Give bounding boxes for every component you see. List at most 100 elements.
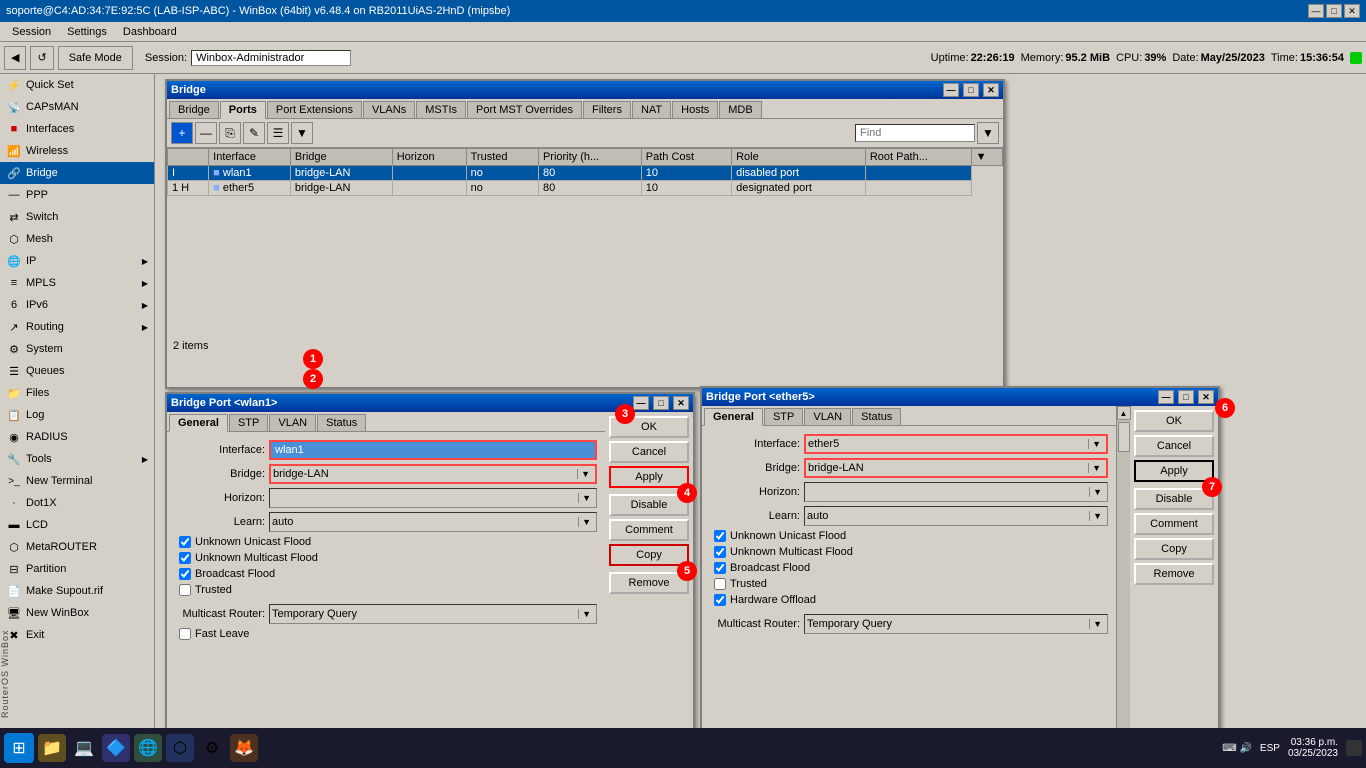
tab-nat[interactable]: NAT <box>632 101 671 118</box>
sidebar-item-metarouter[interactable]: ⬡ MetaROUTER <box>0 536 154 558</box>
wlan1-broadcast-flood-check[interactable] <box>179 568 191 580</box>
safe-mode-button[interactable]: Safe Mode <box>58 46 133 70</box>
sidebar-item-ppp[interactable]: — PPP <box>0 184 154 206</box>
sidebar-item-ipv6[interactable]: 6 IPv6 ▶ <box>0 294 154 316</box>
ether5-multicast-select[interactable]: Temporary Query ▼ <box>804 614 1108 634</box>
sidebar-item-system[interactable]: ⚙ System <box>0 338 154 360</box>
wlan1-copy-btn[interactable]: Copy <box>609 544 689 566</box>
sidebar-item-new-terminal[interactable]: >_ New Terminal <box>0 470 154 492</box>
wlan1-bridge-dropdown[interactable]: ▼ <box>577 469 593 479</box>
session-input[interactable] <box>191 50 351 66</box>
tab-mstis[interactable]: MSTIs <box>416 101 466 118</box>
close-btn[interactable]: ✕ <box>1344 4 1360 18</box>
sidebar-item-bridge[interactable]: 🔗 Bridge <box>0 162 154 184</box>
menu-settings[interactable]: Settings <box>59 24 115 40</box>
scroll-thumb[interactable] <box>1118 422 1130 452</box>
col-more[interactable]: ▼ <box>971 149 1002 166</box>
wlan1-minimize[interactable]: — <box>633 396 649 410</box>
ether5-cancel-btn[interactable]: Cancel <box>1134 435 1214 457</box>
ether5-comment-btn[interactable]: Comment <box>1134 513 1214 535</box>
menu-dashboard[interactable]: Dashboard <box>115 24 185 40</box>
taskbar-firefox[interactable]: 🦊 <box>230 734 258 762</box>
sidebar-item-new-winbox[interactable]: 🖥 New WinBox <box>0 602 154 624</box>
taskbar-explorer[interactable]: 📁 <box>38 734 66 762</box>
edit-btn[interactable]: ✎ <box>243 122 265 144</box>
sidebar-item-routing[interactable]: ↗ Routing ▶ <box>0 316 154 338</box>
ether5-maximize[interactable]: □ <box>1178 390 1194 404</box>
sidebar-item-mesh[interactable]: ⬡ Mesh <box>0 228 154 250</box>
back-btn[interactable]: ◀ <box>4 46 26 70</box>
sidebar-item-partition[interactable]: ⊟ Partition <box>0 558 154 580</box>
ether5-learn-dropdown[interactable]: ▼ <box>1089 511 1105 521</box>
wlan1-maximize[interactable]: □ <box>653 396 669 410</box>
wlan1-fastleave-check[interactable] <box>179 628 191 640</box>
bridge-window-close[interactable]: ✕ <box>983 83 999 97</box>
ether5-trusted-check[interactable] <box>714 578 726 590</box>
table-row[interactable]: I ■ wlan1 bridge-LAN no 80 10 disabled p… <box>168 166 1003 181</box>
wlan1-multicast-select[interactable]: Temporary Query ▼ <box>269 604 597 624</box>
ether5-remove-btn[interactable]: Remove <box>1134 563 1214 585</box>
menu-session[interactable]: Session <box>4 24 59 40</box>
wlan1-bridge-select[interactable]: bridge-LAN ▼ <box>269 464 597 484</box>
wlan1-close[interactable]: ✕ <box>673 396 689 410</box>
wlan1-trusted-check[interactable] <box>179 584 191 596</box>
sidebar-item-quickset[interactable]: ⚡ Quick Set <box>0 74 154 96</box>
filter-btn[interactable]: ▼ <box>291 122 313 144</box>
sidebar-item-ip[interactable]: 🌐 IP ▶ <box>0 250 154 272</box>
sidebar-item-mpls[interactable]: ≡ MPLS ▶ <box>0 272 154 294</box>
taskbar-settings[interactable]: ⚙ <box>198 734 226 762</box>
wlan1-tab-general[interactable]: General <box>169 414 228 432</box>
ether5-multicast-dropdown[interactable]: ▼ <box>1089 619 1105 629</box>
add-btn[interactable]: + <box>171 122 193 144</box>
tab-vlans[interactable]: VLANs <box>363 101 415 118</box>
wlan1-learn-dropdown[interactable]: ▼ <box>578 517 594 527</box>
sidebar-item-files[interactable]: 📁 Files <box>0 382 154 404</box>
ether5-copy-btn[interactable]: Copy <box>1134 538 1214 560</box>
sidebar-item-radius[interactable]: ◉ RADIUS <box>0 426 154 448</box>
tab-bridge[interactable]: Bridge <box>169 101 219 118</box>
wlan1-cancel-btn[interactable]: Cancel <box>609 441 689 463</box>
wlan1-tab-vlan[interactable]: VLAN <box>269 414 316 431</box>
wlan1-multicast-flood-check[interactable] <box>179 552 191 564</box>
sidebar-item-wireless[interactable]: 📶 Wireless <box>0 140 154 162</box>
wlan1-interface-input[interactable]: wlan1 <box>269 440 597 460</box>
ether5-horizon-dropdown[interactable]: ▼ <box>1089 487 1105 497</box>
show-desktop-btn[interactable] <box>1346 740 1362 756</box>
prop-btn[interactable]: ☰ <box>267 122 289 144</box>
sidebar-item-exit[interactable]: ✖ Exit <box>0 624 154 646</box>
taskbar-edge[interactable]: ⬡ <box>166 734 194 762</box>
sidebar-item-lcd[interactable]: ▬ LCD <box>0 514 154 536</box>
find-input[interactable] <box>855 124 975 142</box>
remove-btn[interactable]: — <box>195 122 217 144</box>
sidebar-item-dot1x[interactable]: · Dot1X <box>0 492 154 514</box>
ether5-hw-offload-check[interactable] <box>714 594 726 606</box>
wlan1-tab-status[interactable]: Status <box>317 414 366 431</box>
sidebar-item-tools[interactable]: 🔧 Tools ▶ <box>0 448 154 470</box>
dropdown-btn[interactable]: ▼ <box>977 122 999 144</box>
sidebar-item-make-supout[interactable]: 📄 Make Supout.rif <box>0 580 154 602</box>
ether5-interface-select[interactable]: ether5 ▼ <box>804 434 1108 454</box>
wlan1-tab-stp[interactable]: STP <box>229 414 268 431</box>
tab-port-extensions[interactable]: Port Extensions <box>267 101 362 118</box>
minimize-btn[interactable]: — <box>1308 4 1324 18</box>
ether5-bridge-select[interactable]: bridge-LAN ▼ <box>804 458 1108 478</box>
ether5-interface-dropdown[interactable]: ▼ <box>1088 439 1104 449</box>
taskbar-blue[interactable]: 🔷 <box>102 734 130 762</box>
wlan1-multicast-dropdown[interactable]: ▼ <box>578 609 594 619</box>
tab-ports[interactable]: Ports <box>220 101 266 119</box>
ether5-close[interactable]: ✕ <box>1198 390 1214 404</box>
copy-btn[interactable]: ⎘ <box>219 122 241 144</box>
ether5-ok-btn[interactable]: OK <box>1134 410 1214 432</box>
ether5-apply-btn[interactable]: Apply <box>1134 460 1214 482</box>
tab-hosts[interactable]: Hosts <box>672 101 718 118</box>
ether5-tab-stp[interactable]: STP <box>764 408 803 425</box>
taskbar-chrome[interactable]: 🌐 <box>134 734 162 762</box>
ether5-tab-status[interactable]: Status <box>852 408 901 425</box>
wlan1-unicast-flood-check[interactable] <box>179 536 191 548</box>
wlan1-comment-btn[interactable]: Comment <box>609 519 689 541</box>
bridge-window-minimize[interactable]: — <box>943 83 959 97</box>
sidebar-item-queues[interactable]: ☰ Queues <box>0 360 154 382</box>
wlan1-learn-select[interactable]: auto ▼ <box>269 512 597 532</box>
ether5-scrollbar[interactable]: ▲ ▼ <box>1116 406 1130 768</box>
ether5-tab-vlan[interactable]: VLAN <box>804 408 851 425</box>
